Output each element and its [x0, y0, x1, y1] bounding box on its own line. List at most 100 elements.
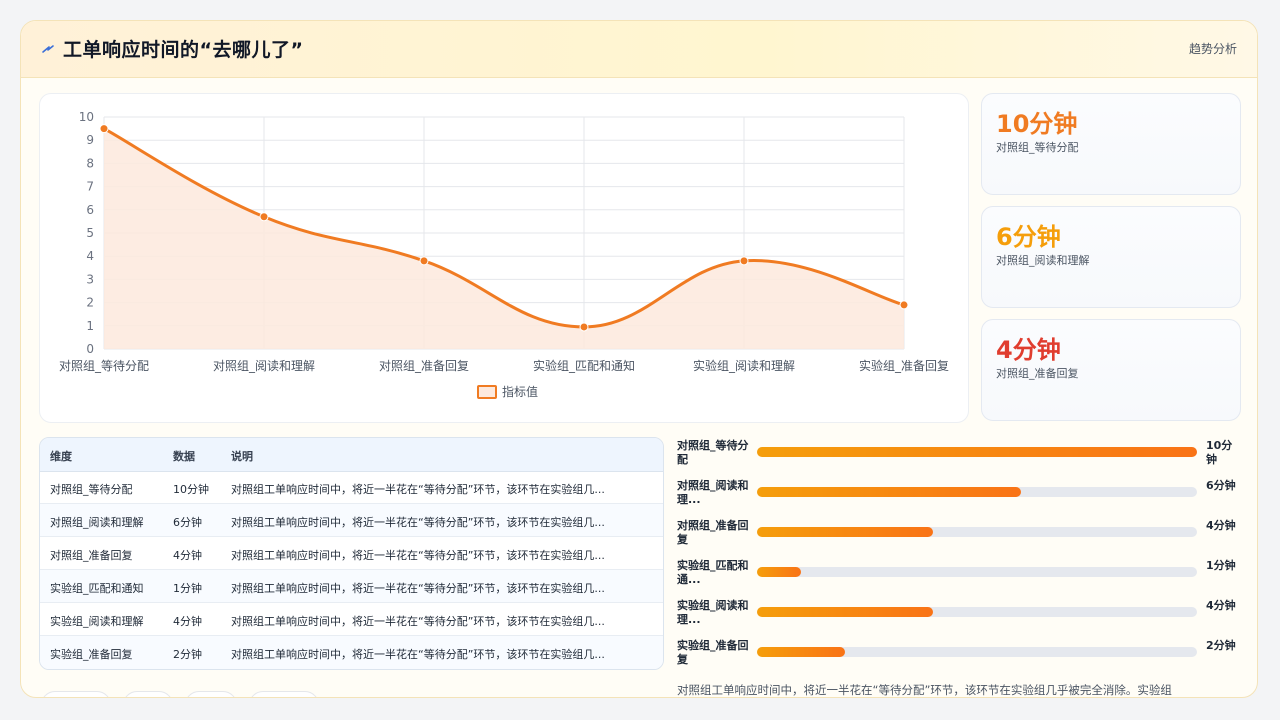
stat-card-1: 10分钟 对照组_等待分配: [981, 93, 1241, 195]
data-point: [259, 212, 269, 222]
filter-chip[interactable]: [185, 691, 237, 697]
cell-dimension: 实验组_匹配和通知: [50, 582, 144, 595]
dashboard-card: 工单响应时间的“去哪儿了” 趋势分析 0 1 2 3 4 5 6 7 8 9 10 对照组_等待分配对…: [20, 20, 1258, 698]
cell-description: 对照组工单响应时间中，将近一半花在“等待分配”环节，该环节在实验组几...: [231, 516, 605, 529]
x-tick-label: 实验组_准备回复: [859, 358, 949, 373]
progress-value: 4分钟: [1206, 519, 1236, 532]
y-tick-label: 8: [86, 156, 94, 170]
y-tick-label: 9: [86, 133, 94, 147]
y-tick-label: 10: [79, 110, 94, 124]
summary-text: 对照组工单响应时间中，将近一半花在“等待分配”环节，该环节在实验组几乎被完全消除…: [677, 683, 1172, 697]
x-tick-label: 实验组_阅读和理解: [693, 358, 795, 373]
progress-row: 对照组_准备回复 4分钟: [669, 515, 1241, 551]
progress-label: 对照组_阅读和理...: [677, 479, 749, 506]
x-tick-label: 对照组_阅读和理解: [213, 359, 315, 373]
progress-fill: [757, 647, 845, 657]
progress-row: 对照组_阅读和理... 6分钟: [669, 475, 1241, 511]
y-tick-label: 0: [86, 342, 94, 356]
progress-value: 4分钟: [1206, 599, 1236, 612]
cell-data: 4分钟: [173, 615, 202, 628]
cell-dimension: 对照组_阅读和理解: [50, 516, 144, 529]
x-tick-label: 实验组_匹配和通知: [533, 358, 635, 373]
data-point: [419, 256, 429, 266]
cell-dimension: 对照组_等待分配: [50, 483, 133, 496]
column-header-description: 说明: [231, 450, 253, 463]
stat-label: 对照组_等待分配: [996, 141, 1079, 154]
progress-label: 实验组_阅读和理...: [677, 599, 749, 626]
progress-fill: [757, 567, 801, 577]
filter-chip[interactable]: [123, 691, 173, 697]
progress-value: 10分钟: [1206, 439, 1233, 466]
progress-label: 实验组_匹配和通...: [677, 559, 749, 586]
stat-value: 6分钟: [996, 223, 1061, 251]
x-tick-label: 对照组_准备回复: [379, 359, 469, 373]
cell-description: 对照组工单响应时间中，将近一半花在“等待分配”环节，该环节在实验组几...: [231, 549, 605, 562]
line-chart: 0 1 2 3 4 5 6 7 8 9 10 对照组_等待分配 对照组_阅读和理解 对照组_准备回复 实验组…: [59, 110, 949, 399]
cell-data: 2分钟: [173, 648, 202, 661]
y-tick-label: 5: [86, 226, 94, 240]
progress-track: [757, 527, 1197, 537]
progress-track: [757, 567, 1197, 577]
y-tick-label: 2: [86, 296, 94, 310]
progress-row: 实验组_准备回复 2分钟: [669, 635, 1241, 671]
progress-value: 6分钟: [1206, 479, 1236, 492]
table-row[interactable]: 对照组_准备回复 4分钟 对照组工单响应时间中，将近一半花在“等待分配”环节，该…: [40, 537, 663, 570]
line-chart-panel: 0 1 2 3 4 5 6 7 8 9 10 对照组_等待分配 对照组_阅读和理解 对照组_准备回复 实验组…: [39, 93, 969, 423]
legend-label: 指标值: [502, 384, 538, 399]
filter-chip[interactable]: [41, 691, 111, 697]
cell-description: 对照组工单响应时间中，将近一半花在“等待分配”环节，该环节在实验组几...: [231, 648, 605, 661]
table-row[interactable]: 对照组_阅读和理解 6分钟 对照组工单响应时间中，将近一半花在“等待分配”环节，…: [40, 504, 663, 537]
column-header-data: 数据: [173, 450, 195, 463]
table-row[interactable]: 对照组_等待分配 10分钟 对照组工单响应时间中，将近一半花在“等待分配”环节，…: [40, 471, 663, 504]
x-tick-label: 对照组_等待分配: [59, 359, 149, 373]
progress-track: [757, 447, 1197, 457]
progress-row: 对照组_等待分配 10分钟: [669, 435, 1241, 471]
progress-fill: [757, 607, 933, 617]
cell-dimension: 对照组_准备回复: [50, 549, 133, 562]
stat-label: 对照组_准备回复: [996, 367, 1079, 380]
stat-label: 对照组_阅读和理解: [996, 254, 1090, 267]
table-row[interactable]: 实验组_阅读和理解 4分钟 对照组工单响应时间中，将近一半花在“等待分配”环节，…: [40, 603, 663, 636]
page-title: 工单响应时间的“去哪儿了”: [63, 39, 304, 61]
legend-swatch: [477, 385, 497, 399]
table-row[interactable]: 实验组_匹配和通知 1分钟 对照组工单响应时间中，将近一半花在“等待分配”环节，…: [40, 570, 663, 603]
progress-track: [757, 607, 1197, 617]
progress-bars-panel: 对照组_等待分配 10分钟 对照组_阅读和理... 6分钟 对照组_准备回复 4…: [669, 435, 1241, 685]
cell-description: 对照组工单响应时间中，将近一半花在“等待分配”环节，该环节在实验组几...: [231, 615, 605, 628]
progress-fill: [757, 527, 933, 537]
cell-description: 对照组工单响应时间中，将近一半花在“等待分配”环节，该环节在实验组几...: [231, 582, 605, 595]
progress-track: [757, 647, 1197, 657]
series-area: [104, 128, 904, 349]
cell-description: 对照组工单响应时间中，将近一半花在“等待分配”环节，该环节在实验组几...: [231, 483, 605, 496]
cell-data: 1分钟: [173, 582, 202, 595]
table-row[interactable]: 实验组_准备回复 2分钟 对照组工单响应时间中，将近一半花在“等待分配”环节，该…: [40, 636, 663, 669]
progress-track: [757, 487, 1197, 497]
data-point: [739, 256, 749, 266]
stat-card-2: 6分钟 对照组_阅读和理解: [981, 206, 1241, 308]
table-header: 维度 数据 说明: [40, 438, 663, 472]
progress-value: 2分钟: [1206, 639, 1236, 652]
trend-analysis-link[interactable]: 趋势分析: [1189, 40, 1237, 57]
cell-data: 10分钟: [173, 483, 209, 496]
data-point: [579, 322, 589, 332]
card-header: 工单响应时间的“去哪儿了” 趋势分析: [21, 21, 1257, 78]
cell-dimension: 实验组_准备回复: [50, 648, 133, 661]
cell-dimension: 实验组_阅读和理解: [50, 615, 144, 628]
cell-data: 4分钟: [173, 549, 202, 562]
stat-value: 10分钟: [996, 110, 1078, 138]
y-tick-label: 1: [86, 319, 94, 333]
progress-label: 对照组_等待分配: [677, 439, 749, 466]
data-point: [899, 300, 909, 310]
filter-chip[interactable]: [249, 691, 319, 697]
progress-row: 实验组_匹配和通... 1分钟: [669, 555, 1241, 591]
y-tick-label: 3: [86, 272, 94, 286]
data-point: [99, 124, 109, 134]
lightning-icon: [42, 45, 54, 53]
y-tick-label: 4: [86, 249, 94, 263]
stat-card-3: 4分钟 对照组_准备回复: [981, 319, 1241, 421]
progress-row: 实验组_阅读和理... 4分钟: [669, 595, 1241, 631]
cell-data: 6分钟: [173, 516, 202, 529]
y-tick-label: 6: [86, 203, 94, 217]
progress-fill: [757, 447, 1197, 457]
progress-fill: [757, 487, 1021, 497]
